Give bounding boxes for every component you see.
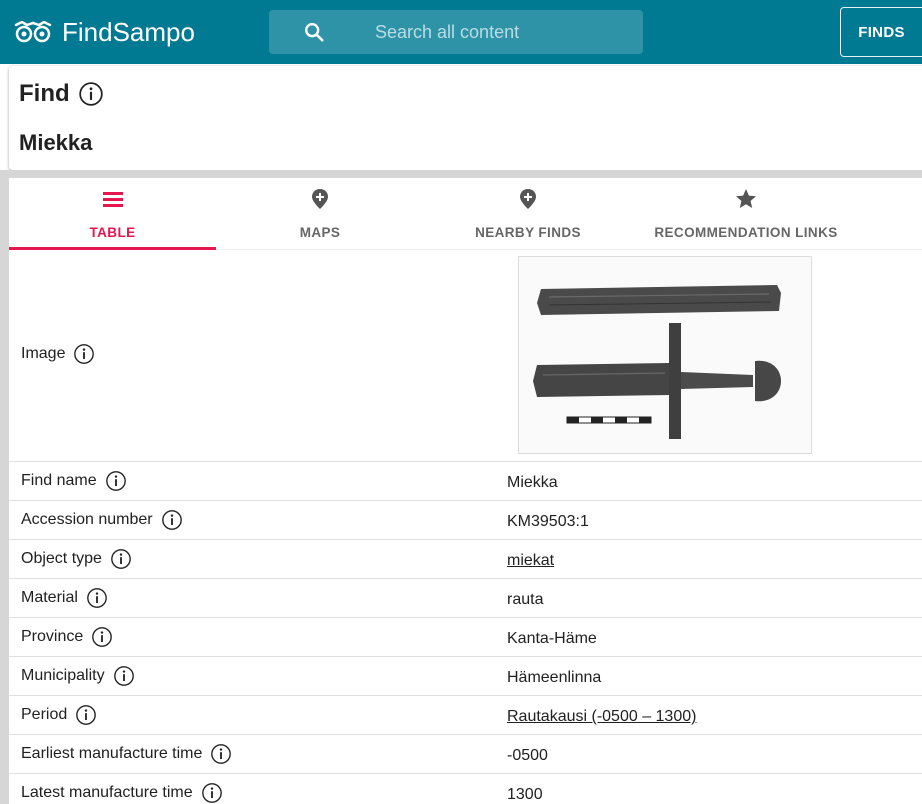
info-icon[interactable] (161, 509, 183, 531)
row-key: Accession number (21, 509, 183, 531)
period-link[interactable]: Rautakausi (-0500 – 1300) (507, 708, 696, 726)
star-icon (736, 189, 756, 208)
tab-bar: TABLE MAPS NEARBY FINDS RECOMMENDATION L… (9, 178, 922, 250)
row-key-text: Municipality (21, 667, 105, 684)
row-value: Kanta-Häme (507, 630, 597, 647)
info-icon[interactable] (201, 782, 223, 804)
map-pin-icon (312, 189, 328, 209)
tab-nearby-finds[interactable]: NEARBY FINDS (424, 178, 632, 250)
sword-drawing (519, 257, 811, 453)
table-row: Accession number KM39503:1 (9, 501, 922, 540)
table-row: Municipality Hämeenlinna (9, 657, 922, 696)
left-gutter (0, 170, 9, 804)
brand-name: FindSampo (62, 16, 195, 47)
row-key-text: Latest manufacture time (21, 784, 193, 801)
find-header-card: Find Miekka (9, 66, 922, 170)
info-icon[interactable] (105, 470, 127, 492)
row-key: Municipality (21, 665, 135, 687)
search-icon (305, 23, 324, 42)
find-label: Find (19, 80, 104, 108)
table-row: Find name Miekka (9, 462, 922, 501)
row-value: Miekka (507, 474, 558, 491)
row-key: Province (21, 626, 113, 648)
row-key: Latest manufacture time (21, 782, 223, 804)
row-key: Period (21, 704, 97, 726)
table-row: Material rauta (9, 579, 922, 618)
list-icon (102, 192, 123, 207)
table-row: Latest manufacture time 1300 (9, 774, 922, 804)
object-type-link[interactable]: miekat (507, 552, 554, 570)
row-value: rauta (507, 591, 544, 608)
row-key-text: Image (21, 345, 66, 362)
sword-image[interactable] (518, 256, 812, 454)
tab-maps[interactable]: MAPS (216, 178, 424, 250)
table-row: Earliest manufacture time -0500 (9, 735, 922, 774)
app-bar: FindSampo FINDS (0, 0, 922, 64)
brand-logo[interactable]: FindSampo (14, 14, 195, 50)
content-panel: TABLE MAPS NEARBY FINDS RECOMMENDATION L… (9, 178, 922, 804)
tab-table-label: TABLE (89, 225, 136, 240)
table-row: Period Rautakausi (-0500 – 1300) (9, 696, 922, 735)
row-key: Earliest manufacture time (21, 743, 232, 765)
finds-button[interactable]: FINDS (840, 7, 922, 57)
row-value: Hämeenlinna (507, 669, 602, 686)
row-key: Object type (21, 548, 132, 570)
row-value: -0500 (507, 747, 548, 764)
tab-recommendation-links[interactable]: RECOMMENDATION LINKS (632, 178, 860, 250)
row-key-text: Province (21, 628, 84, 645)
info-icon[interactable] (113, 665, 135, 687)
tab-table[interactable]: TABLE (9, 178, 216, 250)
info-icon[interactable] (73, 343, 95, 365)
search-input[interactable] (375, 21, 635, 43)
info-icon[interactable] (86, 587, 108, 609)
find-label-text: Find (19, 80, 70, 107)
info-icon[interactable] (78, 81, 104, 107)
info-icon[interactable] (210, 743, 232, 765)
page-title: Miekka (19, 130, 93, 155)
map-pin-icon (520, 189, 536, 209)
info-icon[interactable] (75, 704, 97, 726)
row-key-text: Find name (21, 472, 97, 489)
owl-icon (14, 21, 52, 43)
row-key: Image (21, 343, 95, 365)
search-box[interactable] (269, 10, 643, 54)
table-row-image: Image (9, 250, 922, 462)
row-key-text: Earliest manufacture time (21, 745, 203, 762)
tab-recommendation-links-label: RECOMMENDATION LINKS (654, 225, 838, 240)
row-key-text: Object type (21, 550, 102, 567)
row-value: 1300 (507, 786, 543, 803)
info-icon[interactable] (91, 626, 113, 648)
table-row: Object type miekat (9, 540, 922, 579)
row-key-text: Period (21, 706, 68, 723)
row-key-text: Accession number (21, 511, 153, 528)
table-row: Province Kanta-Häme (9, 618, 922, 657)
info-icon[interactable] (110, 548, 132, 570)
row-key: Material (21, 587, 108, 609)
row-value: KM39503:1 (507, 513, 589, 530)
divider (0, 170, 922, 178)
row-key-text: Material (21, 589, 78, 606)
tab-maps-label: MAPS (299, 225, 341, 240)
tab-nearby-finds-label: NEARBY FINDS (475, 225, 581, 240)
row-key: Find name (21, 470, 127, 492)
